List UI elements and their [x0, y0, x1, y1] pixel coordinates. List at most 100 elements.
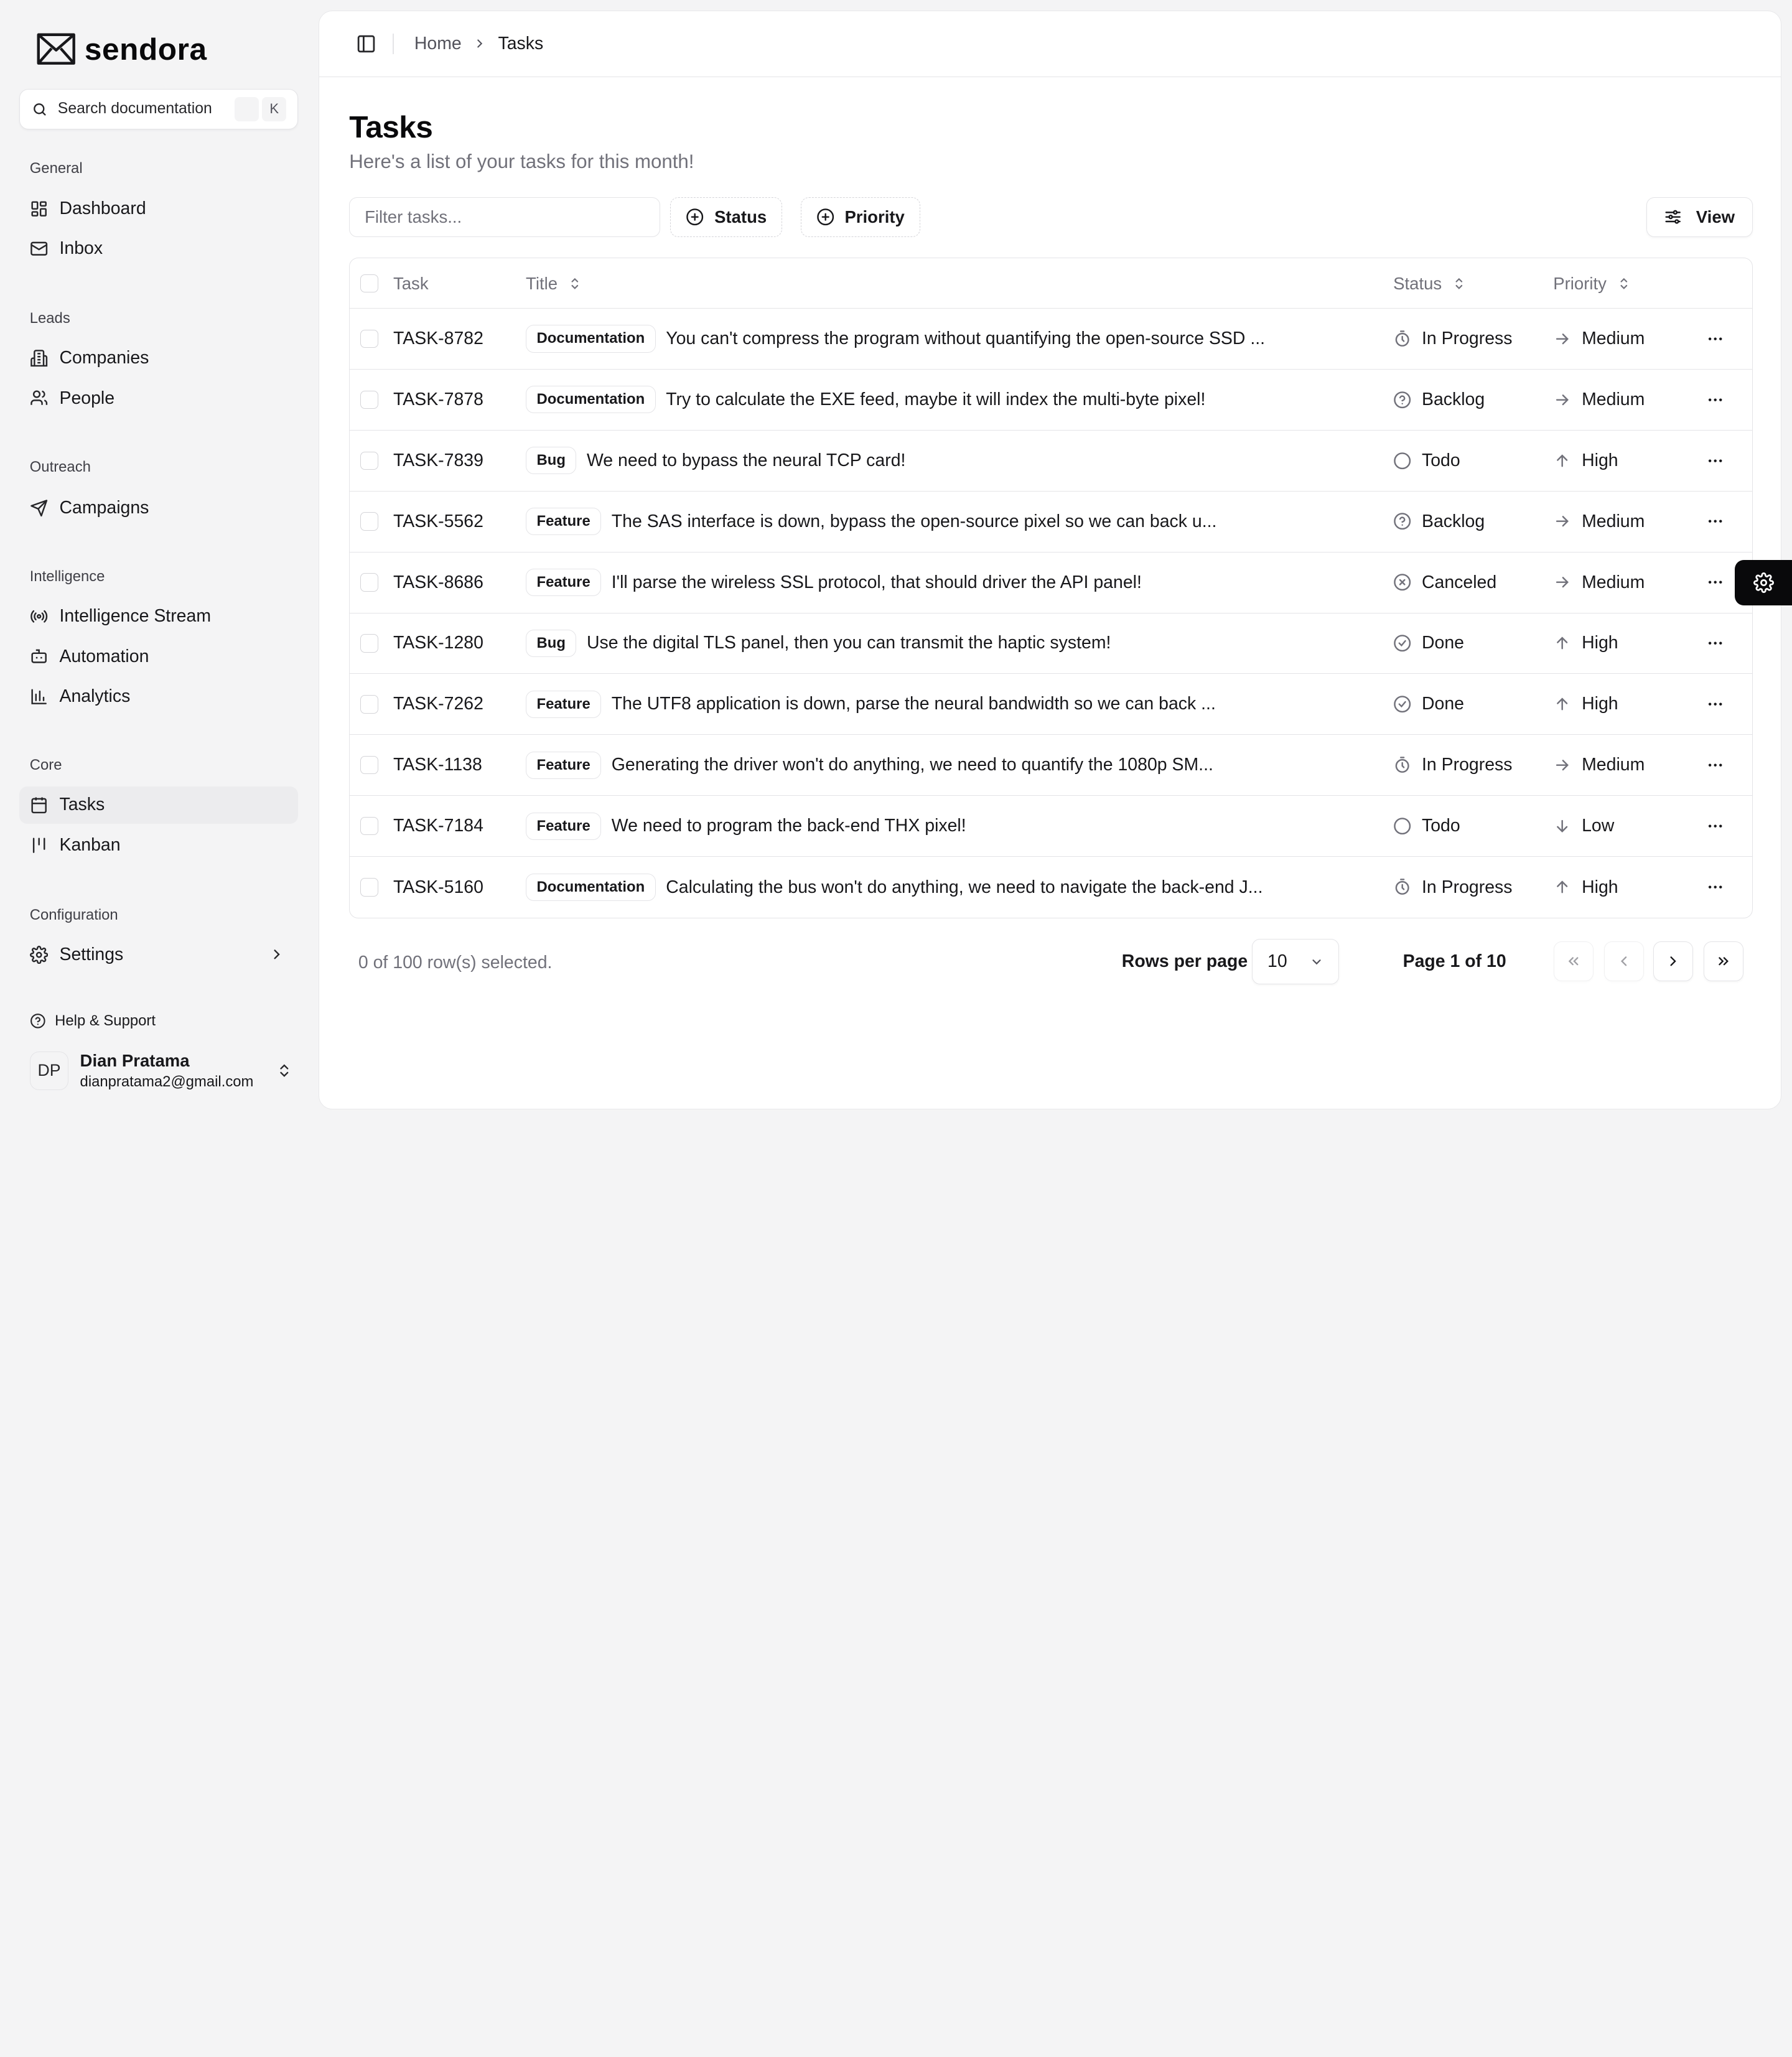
task-title-cell: Bug Use the digital TLS panel, then you c… [526, 613, 1303, 674]
row-select-checkbox[interactable] [360, 553, 379, 613]
sidebar-item-inbox[interactable]: Inbox [19, 230, 298, 268]
task-id: TASK-5562 [393, 511, 483, 531]
task-title-cell: Documentation Calculating the bus won't d… [526, 857, 1303, 918]
first-page-button[interactable] [1554, 941, 1594, 981]
selection-count: 0 of 100 row(s) selected. [358, 952, 553, 973]
row-actions-button[interactable] [1704, 553, 1727, 613]
row-select-checkbox[interactable] [360, 431, 379, 491]
table-row[interactable]: TASK-5160 Documentation Calculating the bu… [350, 857, 1752, 918]
task-status-label: Backlog [1421, 511, 1485, 531]
task-priority-label: High [1582, 633, 1618, 653]
arrow-up-icon [1553, 695, 1571, 713]
arrow-right-icon [1553, 573, 1571, 591]
task-priority: High [1553, 674, 1618, 734]
user-menu[interactable]: DP Dian Pratama dianpratama2@gmail.com [29, 1045, 292, 1097]
table-row[interactable]: TASK-7184 Feature We need to program the b… [350, 796, 1752, 857]
row-actions-button[interactable] [1704, 492, 1727, 552]
row-actions-button[interactable] [1704, 309, 1727, 369]
header-title-sort[interactable]: Title [526, 258, 582, 309]
more-horizontal-icon [1706, 695, 1724, 713]
row-actions-button[interactable] [1704, 857, 1727, 918]
search-input[interactable]: Search documentation K [19, 89, 299, 129]
table-row[interactable]: TASK-7878 Documentation Try to calculate t… [350, 370, 1752, 431]
sidebar-item-people[interactable]: People [19, 380, 298, 417]
header-task: Task [393, 273, 429, 293]
timer-icon [1393, 878, 1411, 896]
sidebar-item-analytics[interactable]: Analytics [19, 678, 298, 716]
task-id: TASK-5160 [393, 877, 483, 897]
chevrons-right-icon [1715, 953, 1732, 969]
table-row[interactable]: TASK-7839 Bug We need to bypass the neural… [350, 431, 1752, 492]
check-circle-icon [1393, 634, 1411, 652]
row-actions-button[interactable] [1704, 370, 1727, 430]
table-row[interactable]: TASK-1280 Bug Use the digital TLS panel, t… [350, 613, 1752, 674]
arrow-up-icon [1553, 634, 1571, 652]
sidebar-item-intelligence-stream[interactable]: Intelligence Stream [19, 598, 298, 636]
table-row[interactable]: TASK-8686 Feature I'll parse the wireless … [350, 553, 1752, 613]
sidebar-item-dashboard[interactable]: Dashboard [19, 190, 298, 228]
sidebar-toggle-icon[interactable] [356, 34, 376, 54]
row-actions-button[interactable] [1704, 735, 1727, 795]
task-priority-label: Low [1582, 816, 1615, 836]
row-select-checkbox[interactable] [360, 796, 379, 856]
last-page-button[interactable] [1703, 941, 1743, 981]
table-row[interactable]: TASK-5562 Feature The SAS interface is dow… [350, 492, 1752, 553]
header-title: Title [526, 273, 558, 293]
task-priority-label: Medium [1582, 389, 1645, 409]
table-row[interactable]: TASK-7262 Feature The UTF8 application is … [350, 674, 1752, 735]
help-support-link[interactable]: Help & Support [30, 1012, 156, 1030]
filter-placeholder: Filter tasks... [365, 207, 462, 227]
sidebar-item-automation[interactable]: Automation [19, 638, 298, 676]
row-actions-button[interactable] [1704, 674, 1727, 734]
status-filter-button[interactable]: Status [670, 197, 783, 238]
view-options-button[interactable]: View [1646, 197, 1753, 238]
filter-tasks-input[interactable]: Filter tasks... [349, 197, 660, 238]
arrow-right-icon [1553, 512, 1571, 530]
task-status: In Progress [1393, 735, 1512, 795]
arrow-up-icon [1553, 452, 1571, 470]
sidebar-item-kanban[interactable]: Kanban [19, 826, 298, 864]
breadcrumb-home[interactable]: Home [414, 34, 462, 54]
row-actions-button[interactable] [1704, 796, 1727, 856]
row-select-checkbox[interactable] [360, 492, 379, 552]
users-icon [30, 389, 48, 407]
row-select-checkbox[interactable] [360, 309, 379, 369]
sidebar-item-tasks[interactable]: Tasks [19, 786, 299, 824]
priority-filter-button[interactable]: Priority [800, 197, 920, 238]
table-body: TASK-8782 Documentation You can't compress… [350, 309, 1752, 918]
rows-per-page-select[interactable]: 10 [1252, 938, 1339, 985]
task-priority: High [1553, 857, 1618, 918]
sidebar-item-companies[interactable]: Companies [19, 339, 298, 377]
group-label-core: Core [29, 756, 62, 773]
view-label: View [1696, 207, 1735, 227]
previous-page-button[interactable] [1603, 941, 1645, 981]
row-select-checkbox[interactable] [360, 613, 379, 674]
sidebar-item-campaigns[interactable]: Campaigns [19, 489, 298, 527]
row-select-checkbox[interactable] [360, 674, 379, 734]
topbar-divider [392, 33, 394, 54]
task-priority-label: High [1582, 450, 1618, 470]
brand-logo[interactable]: sendora [37, 31, 207, 67]
task-priority-label: Medium [1582, 755, 1645, 775]
arrow-right-icon [1553, 330, 1571, 348]
row-select-checkbox[interactable] [360, 370, 379, 430]
task-priority: Medium [1553, 370, 1645, 430]
task-id: TASK-8782 [393, 328, 483, 348]
theme-settings-button[interactable] [1735, 559, 1792, 606]
table-row[interactable]: TASK-1138 Feature Generating the driver wo… [350, 735, 1752, 796]
task-priority-label: High [1582, 877, 1618, 897]
rows-per-page-label: Rows per page [1121, 951, 1248, 972]
row-select-checkbox[interactable] [360, 857, 379, 918]
row-actions-button[interactable] [1704, 613, 1727, 674]
table-row[interactable]: TASK-8782 Documentation You can't compress… [350, 309, 1752, 370]
header-priority-sort[interactable]: Priority [1553, 258, 1631, 309]
header-status-sort[interactable]: Status [1393, 258, 1467, 309]
task-priority: Medium [1553, 553, 1645, 613]
bar-chart-icon [30, 688, 48, 706]
select-all-checkbox[interactable] [360, 258, 379, 309]
row-actions-button[interactable] [1704, 431, 1727, 491]
arrow-down-icon [1553, 817, 1571, 835]
row-select-checkbox[interactable] [360, 735, 379, 795]
next-page-button[interactable] [1653, 941, 1694, 981]
sidebar-item-settings[interactable]: Settings [19, 936, 298, 974]
